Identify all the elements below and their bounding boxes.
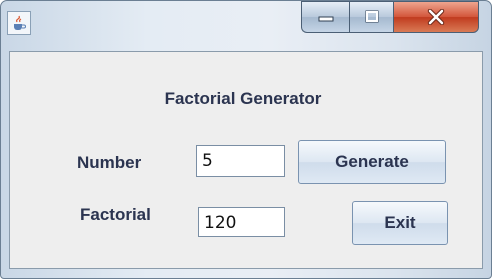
minimize-icon [318, 16, 333, 22]
number-input[interactable]: 5 [196, 145, 285, 177]
form-heading: Factorial Generator [164, 89, 322, 108]
title-bar[interactable] [1, 1, 491, 51]
number-label: Number [77, 153, 142, 172]
factorial-label: Factorial [80, 205, 151, 224]
factorial-output[interactable]: 120 [198, 207, 285, 237]
close-icon [427, 9, 445, 25]
app-window: Factorial Generator Number 5 Generate Fa… [0, 0, 492, 279]
maximize-button[interactable] [349, 1, 393, 33]
maximize-icon [365, 10, 378, 23]
content-panel: Factorial Generator Number 5 Generate Fa… [9, 51, 483, 269]
exit-button[interactable]: Exit [352, 201, 448, 245]
generate-button[interactable]: Generate [298, 140, 446, 184]
minimize-button[interactable] [301, 1, 349, 33]
window-controls [301, 1, 479, 37]
java-cup-icon[interactable] [7, 11, 31, 35]
close-button[interactable] [393, 1, 479, 33]
